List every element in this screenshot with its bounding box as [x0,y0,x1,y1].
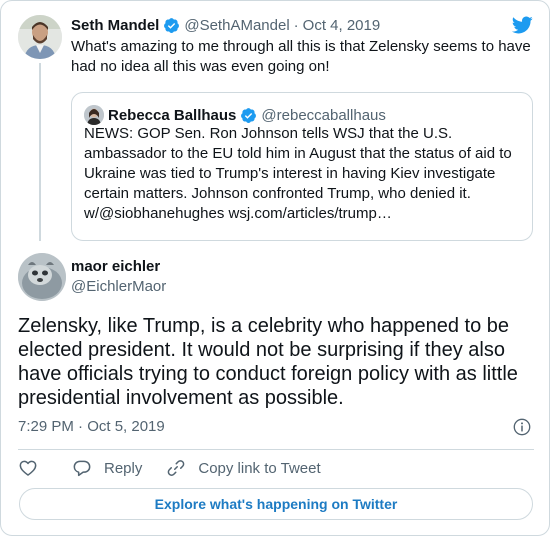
quoted-author-handle: @rebeccaballhaus [261,106,386,124]
parent-tweet-date[interactable]: Oct 4, 2019 [303,17,381,34]
parent-author-name[interactable]: Seth Mandel [71,17,159,34]
explore-twitter-button[interactable]: Explore what's happening on Twitter [19,488,533,520]
heart-icon [19,460,37,476]
speech-bubble-icon [73,460,91,477]
quoted-author-name: Rebecca Ballhaus [108,106,237,124]
tweet-actions: Reply Copy link to Tweet [18,457,321,479]
info-icon[interactable] [512,417,532,437]
parent-author-handle[interactable]: @SethAMandel [184,17,289,34]
tweet-embed-card: Seth Mandel @SethAMandel · Oct 4, 2019 W… [0,0,550,536]
twitter-bird-icon[interactable] [509,14,535,36]
copy-link-button[interactable]: Copy link to Tweet [166,458,321,478]
divider [18,449,534,450]
main-tweet-text: Zelensky, like Trump, is a celebrity who… [18,315,518,409]
parent-tweet-text: What's amazing to me through all this is… [71,38,531,75]
reply-button[interactable]: Reply [72,458,142,478]
quoted-tweet-header: Rebecca Ballhaus @rebeccaballhaus [108,104,386,126]
separator-dot: · [293,16,299,34]
maor-eichler-avatar[interactable] [18,253,66,301]
seth-mandel-avatar[interactable] [18,15,62,59]
rebecca-ballhaus-avatar [84,105,104,125]
verified-badge-icon [164,17,180,33]
copy-link-label: Copy link to Tweet [198,459,321,477]
main-author-name[interactable]: maor eichler [71,257,160,277]
main-tweet-timestamp[interactable]: 7:29 PM · Oct 5, 2019 [18,417,165,437]
like-button[interactable] [18,458,38,478]
parent-tweet-header: Seth Mandel @SethAMandel · Oct 4, 2019 [71,14,380,36]
quoted-tweet[interactable]: Rebecca Ballhaus @rebeccaballhaus NEWS: … [71,92,533,241]
main-author-handle[interactable]: @EichlerMaor [71,277,166,297]
quoted-tweet-text: NEWS: GOP Sen. Ron Johnson tells WSJ tha… [84,125,512,222]
verified-badge-icon [241,107,257,123]
reply-label: Reply [104,459,143,477]
thread-connector-line [39,63,41,241]
link-icon [168,460,185,476]
